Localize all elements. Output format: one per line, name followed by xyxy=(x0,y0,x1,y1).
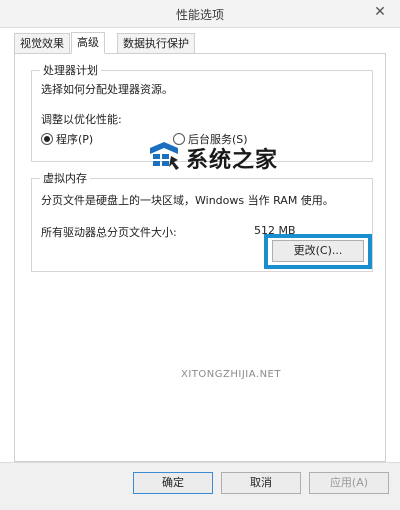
title-bar: 性能选项 ✕ xyxy=(0,0,400,28)
dialog-button-bar: 确定 取消 应用(A) xyxy=(0,462,400,510)
processor-description: 选择如何分配处理器资源。 xyxy=(41,83,173,96)
watermark-url: XITONGZHIJIA.NET xyxy=(181,369,281,380)
tab-advanced[interactable]: 高级 xyxy=(71,32,105,54)
paging-file-total-label: 所有驱动器总分页文件大小: xyxy=(41,226,177,239)
watermark: 系统之家 xyxy=(144,138,324,178)
performance-options-dialog: 性能选项 ✕ 视觉效果 高级 数据执行保护 处理器计划 选择如何分配处理器资源。… xyxy=(0,0,400,510)
ok-button[interactable]: 确定 xyxy=(133,472,213,494)
tab-data-execution-prevention[interactable]: 数据执行保护 xyxy=(117,33,195,54)
window-title: 性能选项 xyxy=(175,8,224,22)
change-button-highlight xyxy=(264,234,372,269)
tab-visual-effects[interactable]: 视觉效果 xyxy=(14,33,70,54)
adjust-for-label: 调整以优化性能: xyxy=(41,113,122,126)
virtual-memory-group-title: 虚拟内存 xyxy=(40,170,90,186)
radio-program-label[interactable]: 程序(P) xyxy=(56,131,93,147)
close-button[interactable]: ✕ xyxy=(366,3,394,22)
radio-program[interactable] xyxy=(41,133,53,145)
cancel-button[interactable]: 取消 xyxy=(221,472,301,494)
processor-group-title: 处理器计划 xyxy=(40,62,101,78)
watermark-logo-icon xyxy=(150,142,179,170)
virtual-memory-description: 分页文件是硬盘上的一块区域，Windows 当作 RAM 使用。 xyxy=(41,194,334,207)
apply-button[interactable]: 应用(A) xyxy=(309,472,389,494)
watermark-text: 系统之家 xyxy=(186,148,279,173)
